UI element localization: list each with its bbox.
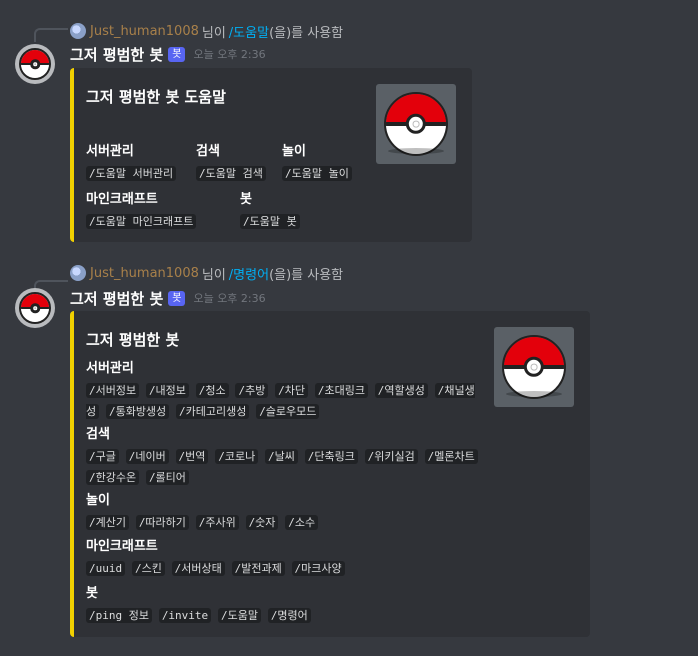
command-code: /위키실검 — [364, 449, 418, 464]
reply-context[interactable]: Just_human1008 님이 /명령어 (을)를 사용함 — [70, 263, 343, 283]
reply-connector — [34, 28, 68, 42]
command-list: /ping 정보 /invite /도움말 /명령어 — [86, 605, 526, 626]
command-code: /도움말 — [218, 608, 261, 623]
bot-avatar[interactable] — [15, 44, 55, 84]
reply-username[interactable]: Just_human1008 — [90, 24, 199, 39]
reply-command[interactable]: /도움말 — [229, 22, 269, 41]
field-minecraft: 마인크래프트 /도움말 마인크래프트 — [86, 188, 199, 232]
bot-avatar[interactable] — [15, 288, 55, 328]
command-code: /내정보 — [145, 383, 189, 398]
pokeball-icon — [502, 335, 566, 399]
bot-name[interactable]: 그저 평범한 봇 — [70, 288, 163, 309]
field-name: 놀이 — [86, 493, 110, 508]
field-search: 검색 /구글 /네이버 /번역 /코로나 /날씨 /단축링크 /위키실검 /멜론… — [86, 423, 481, 488]
command-code: /소수 — [285, 515, 319, 530]
reply-username[interactable]: Just_human1008 — [90, 266, 199, 281]
command-code: /코로나 — [215, 449, 259, 464]
command-code: /도움말 검색 — [196, 166, 266, 181]
reply-suffix: (을)를 사용함 — [269, 267, 344, 283]
reply-command[interactable]: /명령어 — [229, 264, 269, 283]
command-code: /네이버 — [125, 449, 169, 464]
field-name: 검색 — [196, 144, 220, 159]
command-code: /따라하기 — [135, 515, 189, 530]
field-play: 놀이 /도움말 놀이 — [282, 140, 355, 184]
field-name: 놀이 — [282, 144, 306, 159]
command-code: /번역 — [175, 449, 209, 464]
command-code: /한강수온 — [86, 470, 140, 485]
command-code: /도움말 마인크래프트 — [86, 214, 197, 229]
command-code: /서버정보 — [86, 383, 140, 398]
command-code: /통화방생성 — [105, 404, 170, 419]
bot-tag-badge: 봇 — [168, 46, 186, 62]
field-bot: 봇 /ping 정보 /invite /도움말 /명령어 — [86, 582, 526, 626]
command-code: /초대링크 — [314, 383, 368, 398]
pokeball-icon — [19, 48, 51, 80]
command-list: /계산기 /따라하기 /주사위 /숫자 /소수 — [86, 512, 526, 533]
command-code: /주사위 — [195, 515, 239, 530]
message-header: 그저 평범한 봇 봇 오늘 오후 2:36 — [70, 287, 266, 309]
embed-title: 그저 평범한 봇 도움말 — [86, 88, 226, 106]
command-code: /숫자 — [245, 515, 279, 530]
command-code: /단축링크 — [304, 449, 358, 464]
timestamp[interactable]: 오늘 오후 2:36 — [193, 46, 265, 62]
command-code: /청소 — [195, 383, 229, 398]
command-code: /invite — [158, 608, 212, 623]
message-header: 그저 평범한 봇 봇 오늘 오후 2:36 — [70, 43, 266, 65]
command-code: /스킨 — [131, 561, 165, 576]
field-server-admin: 서버관리 /서버정보 /내정보 /청소 /추방 /차단 /초대링크 /역할생성 … — [86, 357, 481, 422]
field-name: 서버관리 — [86, 144, 134, 159]
field-minecraft: 마인크래프트 /uuid /스킨 /서버상태 /발전과제 /마크사양 — [86, 535, 526, 579]
pokeball-icon — [19, 292, 51, 324]
embed-thumbnail[interactable] — [494, 327, 574, 407]
reply-connector-text: 님이 — [201, 267, 226, 283]
command-code: /도움말 봇 — [240, 214, 300, 229]
field-play: 놀이 /계산기 /따라하기 /주사위 /숫자 /소수 — [86, 489, 526, 533]
embed-title: 그저 평범한 봇 — [86, 331, 180, 349]
field-name: 서버관리 — [86, 361, 134, 376]
command-code: /카테고리생성 — [176, 404, 250, 419]
pokeball-icon — [384, 92, 448, 156]
command-code: /추방 — [235, 383, 269, 398]
command-code: /마크사양 — [291, 561, 345, 576]
reply-context[interactable]: Just_human1008 님이 /도움말 (을)를 사용함 — [70, 21, 343, 41]
command-code: /uuid — [86, 561, 126, 576]
field-name: 마인크래프트 — [86, 539, 158, 554]
field-name: 마인크래프트 — [86, 192, 158, 207]
help-embed: 그저 평범한 봇 도움말 서버관리 /도움말 서버관리 검색 /도움말 검색 놀… — [70, 68, 472, 242]
command-code: /ping 정보 — [86, 608, 152, 623]
command-code: /도움말 놀이 — [282, 166, 352, 181]
command-code: /역할생성 — [374, 383, 428, 398]
command-list: /uuid /스킨 /서버상태 /발전과제 /마크사양 — [86, 558, 526, 579]
reply-avatar-icon[interactable] — [70, 265, 86, 281]
field-search: 검색 /도움말 검색 — [196, 140, 269, 184]
command-code: /발전과제 — [231, 561, 285, 576]
field-name: 검색 — [86, 427, 110, 442]
command-code: /날씨 — [265, 449, 298, 464]
command-code: /차단 — [275, 383, 309, 398]
command-list: /서버정보 /내정보 /청소 /추방 /차단 /초대링크 /역할생성 /채널생성… — [86, 380, 481, 422]
reply-suffix: (을)를 사용함 — [269, 25, 344, 41]
timestamp[interactable]: 오늘 오후 2:36 — [193, 290, 265, 306]
commands-embed: 그저 평범한 봇 서버관리 /서버정보 /내정보 /청소 /추방 /차단 /초대… — [70, 311, 590, 637]
command-code: /계산기 — [86, 515, 129, 530]
command-code: /멜론차트 — [424, 449, 478, 464]
reply-avatar-icon[interactable] — [70, 23, 86, 39]
command-code: /슬로우모드 — [256, 404, 320, 419]
command-code: /명령어 — [267, 608, 311, 623]
command-code: /도움말 서버관리 — [86, 166, 177, 181]
field-name: 봇 — [86, 586, 98, 601]
command-code: /서버상태 — [171, 561, 225, 576]
command-code: /롤티어 — [145, 470, 189, 485]
embed-thumbnail[interactable] — [376, 84, 456, 164]
bot-name[interactable]: 그저 평범한 봇 — [70, 44, 163, 65]
field-name: 봇 — [240, 192, 252, 207]
command-code: /구글 — [86, 449, 119, 464]
reply-connector-text: 님이 — [201, 25, 226, 41]
bot-tag-badge: 봇 — [168, 290, 186, 306]
command-list: /구글 /네이버 /번역 /코로나 /날씨 /단축링크 /위키실검 /멜론차트 … — [86, 446, 481, 488]
field-server-admin: 서버관리 /도움말 서버관리 — [86, 140, 179, 184]
field-bot: 봇 /도움말 봇 — [240, 188, 303, 232]
